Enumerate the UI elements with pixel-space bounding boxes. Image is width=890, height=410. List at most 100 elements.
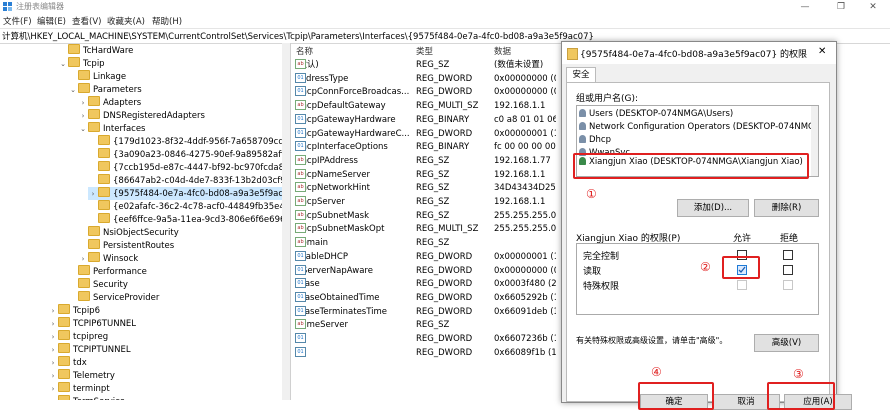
user-list-item[interactable]: Users (DESKTOP-074NMGA\Users)	[579, 108, 811, 121]
user-icon	[579, 122, 586, 130]
allow-checkbox[interactable]	[737, 280, 747, 290]
table-row[interactable]: 01 AddressType REG_DWORD 0x00000000 (0)	[292, 72, 557, 87]
tree-node-label: ServiceProvider	[93, 293, 160, 303]
tree-node[interactable]: › {9575f484-0e7a-4fc0-bd08-a9a3e5f9ac07}	[88, 187, 290, 200]
tree-node[interactable]: {179d1023-8f32-4ddf-956f-7a658709cd70}	[88, 135, 290, 148]
table-row[interactable]: ab DhcpDefaultGateway REG_MULTI_SZ 192.168.…	[292, 100, 557, 114]
value-name-cell: ab DhcpNetworkHint	[295, 182, 413, 196]
menu-view[interactable]: 查看(V)	[72, 15, 101, 27]
menu-help[interactable]: 帮助(H)	[152, 15, 182, 27]
value-name-cell: 01T2	[295, 346, 413, 361]
value-data-cell: 0x00000001 (1)	[494, 128, 556, 139]
title-bar: 注册表编辑器 — ❐ ✕	[0, 0, 890, 14]
tree-node[interactable]: › Winsock	[78, 252, 138, 265]
table-row[interactable]: 01 DhcpGatewayHardware REG_BINARY c0 a8 01 …	[292, 113, 557, 128]
tree-node[interactable]: › Adapters	[78, 96, 141, 109]
value-type-cell: REG_SZ	[416, 238, 450, 249]
tree-node[interactable]: › Tcpip6	[48, 304, 100, 317]
close-window-button[interactable]: ✕	[856, 0, 890, 14]
expand-down-icon[interactable]: ⌄	[78, 123, 88, 136]
menu-favorites[interactable]: 收藏夹(A)	[107, 15, 145, 27]
tree-node[interactable]: Performance	[68, 265, 147, 278]
table-row[interactable]: ab DhcpIPAddress REG_SZ 192.168.1.77	[292, 154, 557, 169]
dialog-title: {9575f484-0e7a-4fc0-bd08-a9a3e5f9ac07} 的…	[580, 50, 808, 60]
tree-node[interactable]: ⌄ Tcpip	[58, 57, 105, 70]
table-row[interactable]: ab NameServer REG_SZ	[292, 319, 557, 333]
table-row[interactable]: 01 IsServerNapAware REG_DWORD 0x00000000 (0…	[292, 264, 557, 279]
maximize-button[interactable]: ❐	[824, 0, 858, 14]
value-name: DhcpSubnetMaskOpt	[295, 224, 385, 235]
tree-node[interactable]: ServiceProvider	[68, 291, 159, 304]
table-row[interactable]: 01 EnableDHCP REG_DWORD 0x00000001 (1)	[292, 250, 557, 265]
tree-node[interactable]: › DNSRegisteredAdapters	[78, 109, 205, 122]
tree-node[interactable]: › Telemetry	[48, 369, 115, 382]
tree-node[interactable]: TcHardWare	[58, 44, 133, 57]
tree-node[interactable]: {3a090a23-0846-4275-90ef-9a89582affe7}	[88, 148, 290, 161]
deny-checkbox[interactable]	[783, 280, 793, 290]
tree-node[interactable]: {7ccb195d-e87c-4447-bf92-bc970fcda844}	[88, 161, 290, 174]
table-row[interactable]: 01T1REG_DWORD 0x6607236b (171	[292, 333, 557, 347]
value-type-cell: REG_DWORD	[416, 87, 473, 98]
tree-node[interactable]: › terminpt	[48, 382, 110, 395]
remove-button[interactable]: 删除(R)	[754, 199, 819, 217]
tree-node[interactable]: ⌄ Interfaces	[78, 122, 145, 135]
expand-down-icon[interactable]: ⌄	[58, 58, 68, 71]
table-row[interactable]: ab DhcpNameServer REG_SZ 192.168.1.1	[292, 168, 557, 183]
tree-node[interactable]: › TCPIPTUNNEL	[48, 343, 131, 356]
table-row[interactable]: ab (默认) REG_SZ (数值未设置)	[292, 59, 557, 73]
expand-down-icon[interactable]: ⌄	[68, 84, 78, 97]
menu-file[interactable]: 文件(F)	[3, 15, 32, 27]
tree-node[interactable]: {e02afafc-36c2-4c78-acf0-44849fb35e40}	[88, 200, 290, 213]
table-row[interactable]: 01T2REG_DWORD 0x66089f1b (171	[292, 346, 557, 361]
table-row[interactable]: ab Domain REG_SZ	[292, 237, 557, 251]
advanced-button[interactable]: 高级(V)	[754, 334, 819, 352]
tree-node[interactable]: {eef6ffce-9a5a-11ea-9cd3-806e6f6e6963}	[88, 213, 290, 226]
column-type[interactable]: 类型	[416, 45, 433, 57]
expand-right-icon[interactable]: ›	[48, 396, 58, 400]
tree-node[interactable]: ›TermService	[48, 395, 125, 400]
tree-node-label: Parameters	[93, 85, 142, 95]
user-name: Dhcp	[589, 135, 612, 145]
value-name-cell: ab Domain	[295, 237, 413, 251]
column-name[interactable]: 名称	[296, 45, 313, 57]
table-row[interactable]: 01 LeaseTerminatesTime REG_DWORD 0x66091deb…	[292, 305, 557, 320]
table-row[interactable]: 01 DhcpGatewayHardwareC... REG_DWORD 0x0000…	[292, 127, 557, 142]
value-name-cell: ab DhcpSubnetMask	[295, 209, 413, 224]
menu-edit[interactable]: 编辑(E)	[37, 15, 66, 27]
tree-scrollbar[interactable]	[282, 43, 290, 400]
table-row[interactable]: ab DhcpSubnetMask REG_SZ 255.255.255.0	[292, 209, 557, 224]
tree-node[interactable]: Security	[68, 278, 128, 291]
table-row[interactable]: 01 DhcpConnForceBroadcas... REG_DWORD 0x000…	[292, 86, 557, 100]
tab-security[interactable]: 安全	[566, 67, 596, 83]
tree-node[interactable]: ⌄ Parameters	[68, 83, 142, 96]
add-button[interactable]: 添加(D)...	[677, 199, 749, 217]
table-row[interactable]: 01 DhcpInterfaceOptions REG_BINARY fc 00 00…	[292, 141, 557, 155]
tree-node[interactable]: › TCPIP6TUNNEL	[48, 317, 136, 330]
deny-checkbox[interactable]	[783, 250, 793, 260]
table-row[interactable]: ab DhcpServer REG_SZ 192.168.1.1	[292, 196, 557, 210]
minimize-button[interactable]: —	[788, 0, 822, 14]
value-name-cell: ab (默认)	[295, 59, 413, 73]
table-row[interactable]: 01LeaseREG_DWORD 0x0003f480 (2592	[292, 278, 557, 292]
user-list-item[interactable]: Dhcp	[579, 134, 811, 147]
tree-node[interactable]: NsiObjectSecurity	[78, 226, 179, 239]
deny-checkbox[interactable]	[783, 265, 793, 275]
tree-node[interactable]: PersistentRoutes	[78, 239, 174, 252]
value-data-cell: 0x0003f480 (2592	[494, 279, 556, 290]
table-row[interactable]: 01 LeaseObtainedTime REG_DWORD 0x6605292b (…	[292, 291, 557, 306]
table-row[interactable]: ab DhcpSubnetMaskOpt REG_MULTI_SZ 255.255.2…	[292, 223, 557, 237]
value-name: DhcpDefaultGateway	[295, 101, 386, 112]
tree-node[interactable]: › tcpipreg	[48, 330, 108, 343]
highlight-apply-box	[767, 382, 835, 410]
folder-icon	[88, 122, 100, 132]
dialog-close-icon[interactable]: ✕	[818, 46, 826, 57]
table-row[interactable]: abDhcpNetworkHintREG_SZ34D43434D25303	[292, 182, 557, 196]
tree-node[interactable]: Linkage	[68, 70, 126, 83]
user-list-scrollbar[interactable]	[811, 106, 818, 176]
tree-node-label: TCPIPTUNNEL	[73, 345, 131, 355]
tree-node[interactable]: {86647ab2-c04d-4de7-833f-13b2d03cf944}	[88, 174, 290, 187]
user-list-item[interactable]: Network Configuration Operators (DESKTOP…	[579, 121, 818, 134]
menu-bar: 文件(F) 编辑(E) 查看(V) 收藏夹(A) 帮助(H)	[0, 14, 890, 28]
tree-node[interactable]: › tdx	[48, 356, 87, 369]
column-data[interactable]: 数据	[494, 45, 511, 57]
